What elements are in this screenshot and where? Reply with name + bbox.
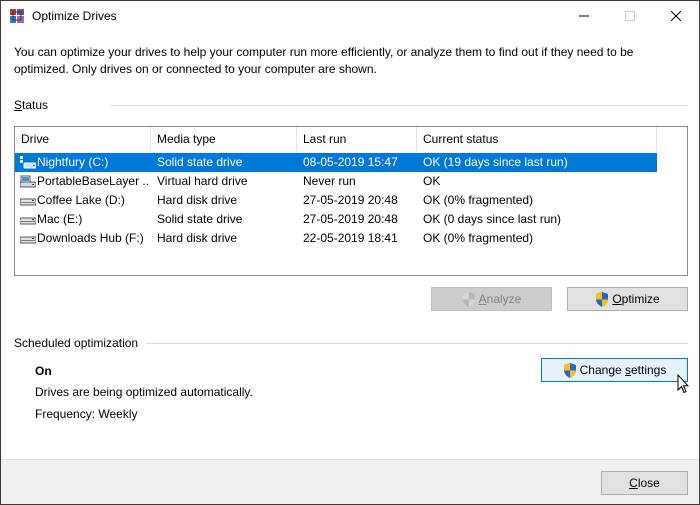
schedule-divider [146,343,688,344]
drives-list[interactable]: Drive Media type Last run Current status… [14,126,688,276]
cell-drive: Mac (E:) [37,212,83,226]
mouse-cursor-icon [677,374,689,394]
minimize-button[interactable] [561,1,607,31]
column-header-drive[interactable]: Drive [15,127,151,151]
schedule-description: Drives are being optimized automatically… [35,385,253,399]
status-heading: Status [14,98,49,112]
cell-drive: Downloads Hub (F:) [37,231,144,245]
cell-status: OK [423,174,441,188]
optimize-accelerator: O [612,292,622,306]
cell-last-run: 27-05-2019 20:48 [303,193,398,207]
cell-media: Hard disk drive [157,193,238,207]
cell-media: Virtual hard drive [157,174,248,188]
minimize-icon [579,15,589,17]
change-settings-button[interactable]: Change s ettings [541,358,688,382]
cell-status: OK (0% fragmented) [423,193,534,207]
window-title: Optimize Drives [32,9,117,23]
defrag-app-icon [10,9,24,23]
title-bar[interactable]: Optimize Drives [1,1,699,31]
optimize-label: ptimize [621,292,660,306]
table-row[interactable]: Nightfury (C:) Solid state drive 08-05-201… [15,153,657,172]
optimize-drives-window: Optimize Drives You can optimize your dr… [0,0,700,505]
hard-drive-icon [20,198,36,206]
table-row[interactable]: PortableBaseLayer ... Virtual hard drive N… [15,172,687,191]
change-settings-label-end: ettings [631,363,667,377]
table-row[interactable]: Downloads Hub (F:) Hard disk drive 22-05-2… [15,229,687,248]
cell-media: Hard disk drive [157,231,238,245]
schedule-frequency: Frequency: Weekly [35,407,138,421]
cell-drive: Coffee Lake (D:) [37,193,125,207]
cell-drive: Nightfury (C:) [37,155,109,169]
status-divider [110,105,688,106]
cell-media: Solid state drive [157,155,243,169]
hard-drive-icon [20,217,36,225]
analyze-button: Analyze [431,287,552,311]
maximize-icon [625,11,635,21]
column-header-media-type[interactable]: Media type [151,127,297,151]
cell-last-run: 22-05-2019 18:41 [303,231,398,245]
virtual-drive-icon [20,175,36,188]
uac-shield-icon [563,362,576,378]
cell-last-run: 27-05-2019 20:48 [303,212,398,226]
cell-last-run: Never run [303,174,356,188]
analyze-accelerator: A [478,292,487,306]
cell-status: OK (0% fragmented) [423,231,534,245]
schedule-state: On [35,364,52,378]
close-window-button[interactable] [653,1,699,31]
column-header-current-status[interactable]: Current status [417,127,657,151]
intro-text: You can optimize your drives to help you… [14,45,634,76]
optimize-button[interactable]: Optimize [567,287,688,311]
analyze-label: nalyze [486,292,522,306]
windows-drive-icon [20,156,36,169]
change-settings-label-start: Change [579,363,625,377]
scheduled-optimization-heading: Scheduled optimization [14,336,139,350]
footer-bar [1,459,699,504]
cell-last-run: 08-05-2019 15:47 [303,155,398,169]
cell-status: OK (0 days since last run) [423,212,562,226]
uac-shield-icon [596,291,609,307]
cell-media: Solid state drive [157,212,243,226]
cell-status: OK (19 days since last run) [423,155,568,169]
maximize-button [607,1,653,31]
close-accelerator: C [629,476,638,490]
close-icon [671,11,681,21]
list-header: Drive Media type Last run Current status [15,127,687,151]
cell-drive: PortableBaseLayer ... [37,174,149,188]
column-header-last-run[interactable]: Last run [297,127,417,151]
close-button[interactable]: Close [601,471,688,495]
hard-drive-icon [20,236,36,244]
uac-shield-icon [462,291,475,307]
table-row[interactable]: Mac (E:) Solid state drive 27-05-2019 20:4… [15,210,687,229]
close-label: lose [637,476,660,490]
table-row[interactable]: Coffee Lake (D:) Hard disk drive 27-05-201… [15,191,687,210]
